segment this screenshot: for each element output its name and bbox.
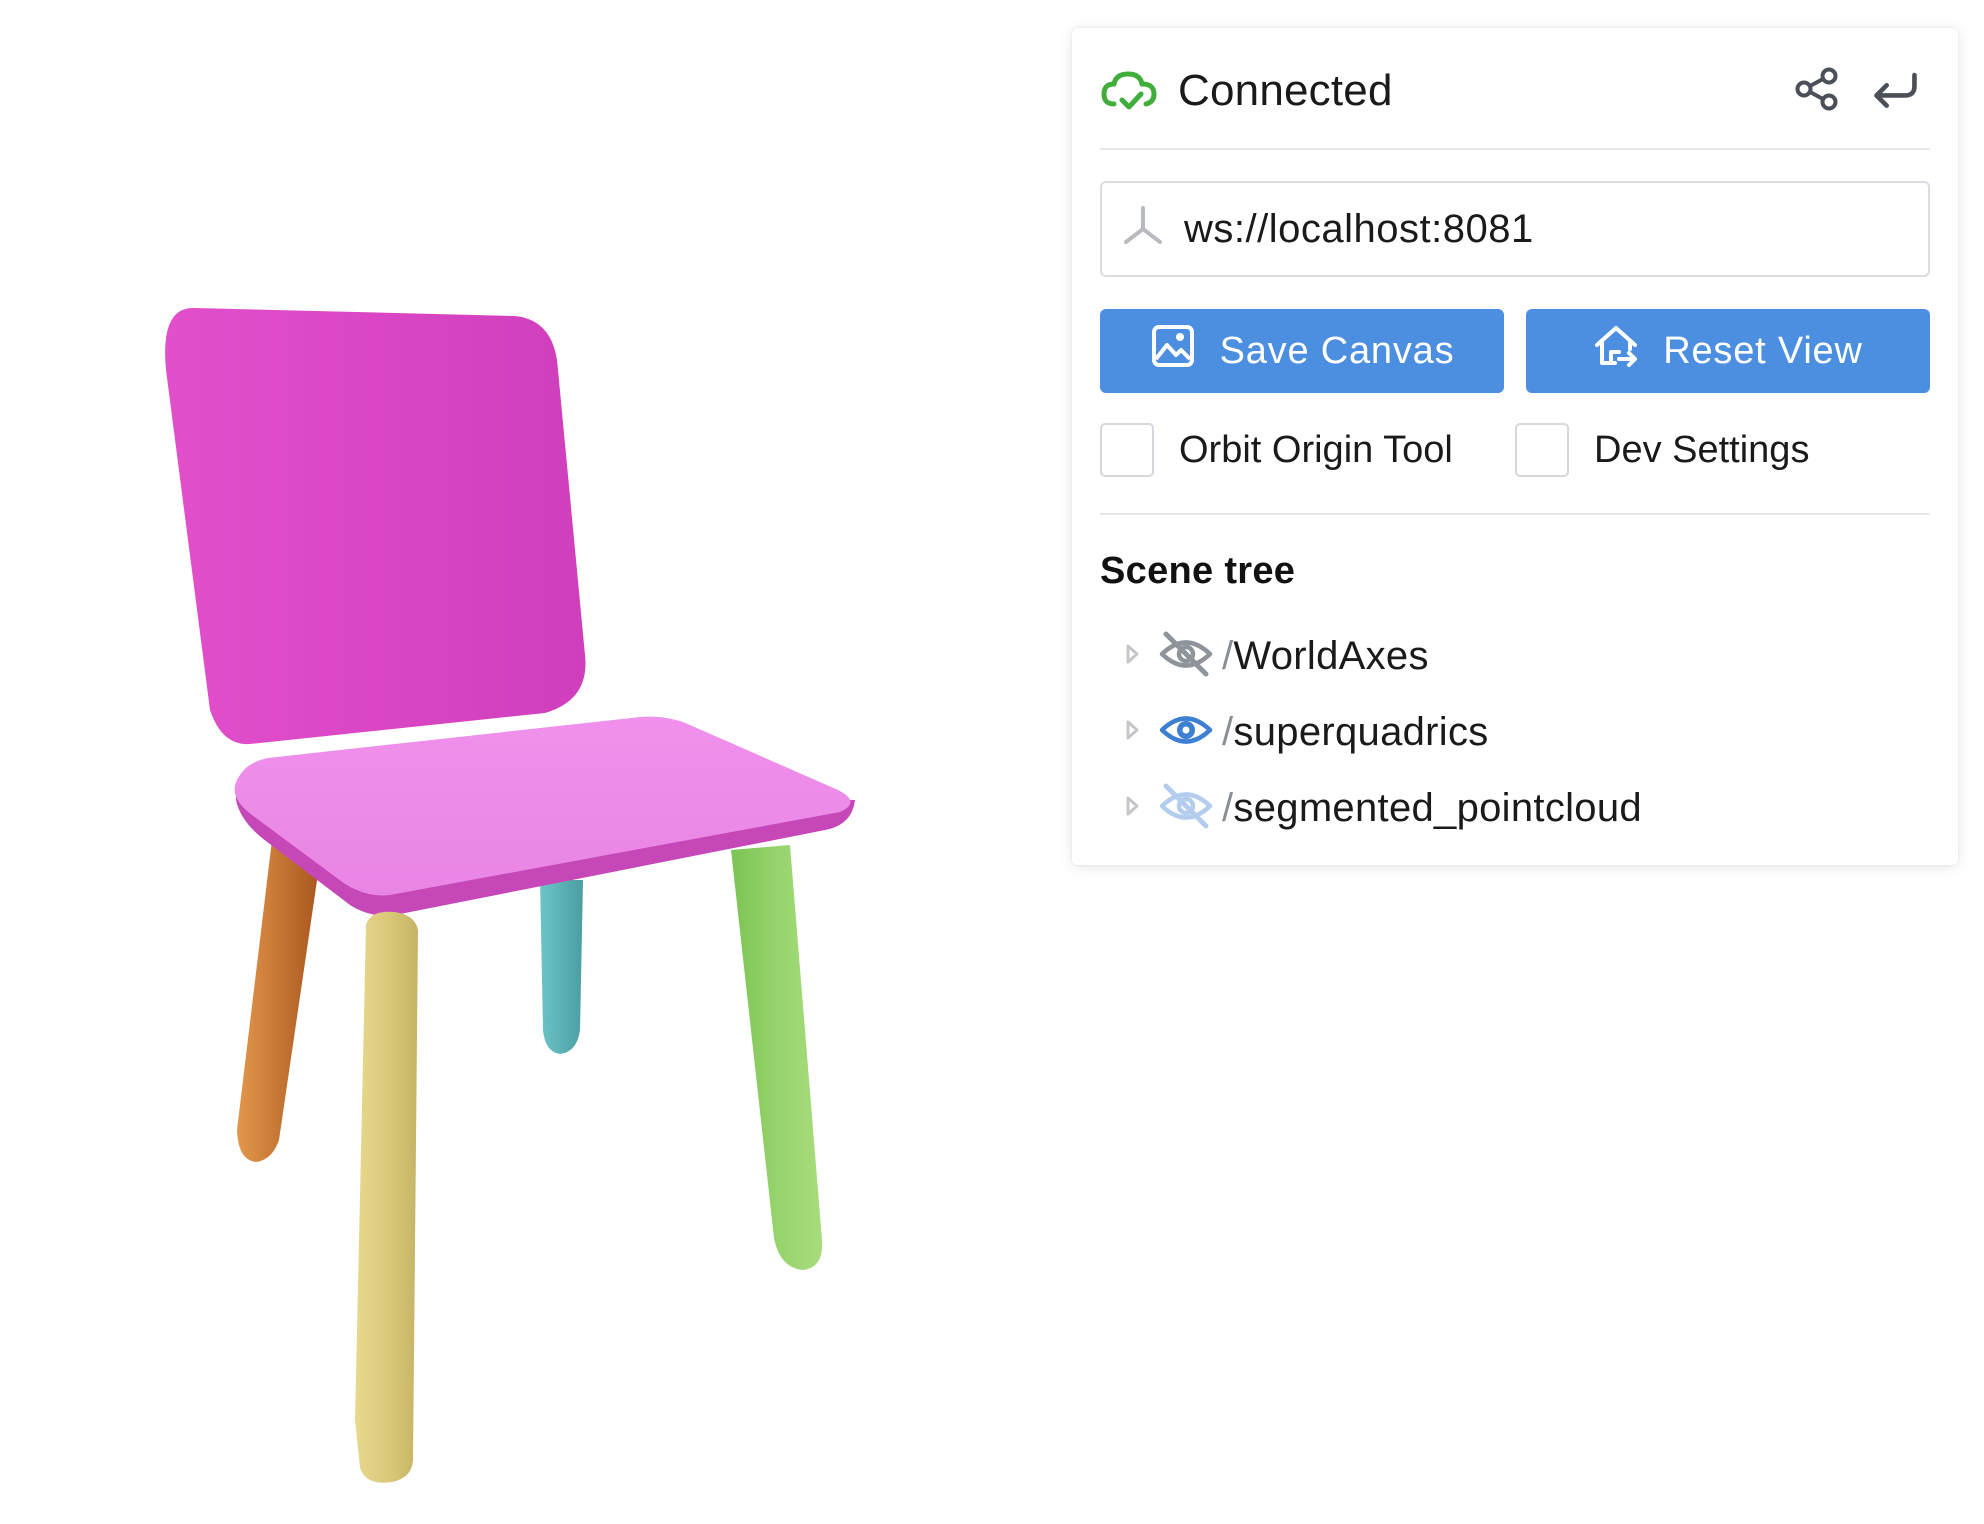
control-panel: Connected ws://localhost:8081 Save Canva… — [1072, 28, 1958, 865]
settings-checkboxes: Orbit Origin Tool Dev Settings — [1100, 420, 1930, 480]
cloud-check-icon — [1100, 58, 1158, 121]
chair-back — [165, 307, 586, 745]
eye-off-icon[interactable] — [1144, 629, 1214, 684]
eye-icon[interactable] — [1144, 705, 1214, 760]
reset-view-button[interactable]: Reset View — [1526, 309, 1930, 393]
chair-leg-front-left — [355, 911, 418, 1483]
chair-leg-back-left — [237, 840, 320, 1162]
tree-node-superquadrics[interactable]: /superquadrics — [1100, 694, 1900, 770]
caret-right-icon[interactable] — [1100, 642, 1144, 671]
save-canvas-button[interactable]: Save Canvas — [1100, 309, 1504, 393]
server-url-field[interactable] — [1100, 181, 1930, 277]
orbit-origin-tool-option[interactable]: Orbit Origin Tool — [1100, 420, 1515, 480]
dev-settings-label: Dev Settings — [1594, 428, 1810, 471]
home-move-icon — [1593, 323, 1663, 379]
chair-leg-back-right — [540, 880, 583, 1054]
share-icon[interactable] — [1792, 64, 1842, 114]
tree-node-label: /WorldAxes — [1222, 633, 1429, 678]
photo-icon — [1150, 323, 1220, 379]
scene-tree: /WorldAxes /superquadrics /segmented_poi… — [1100, 618, 1900, 846]
save-canvas-label: Save Canvas — [1219, 329, 1455, 372]
eye-off-icon[interactable] — [1144, 781, 1214, 836]
panel-header: Connected — [1100, 58, 1930, 150]
tree-node-label: /superquadrics — [1222, 709, 1489, 754]
tree-node-worldaxes[interactable]: /WorldAxes — [1100, 618, 1900, 694]
connection-status: Connected — [1178, 66, 1393, 115]
header-actions — [1792, 64, 1920, 114]
scene-tree-title: Scene tree — [1100, 550, 1296, 592]
tree-node-label: /segmented_pointcloud — [1222, 785, 1642, 830]
server-url-input[interactable] — [1182, 205, 1886, 253]
orbit-origin-tool-checkbox[interactable] — [1100, 423, 1154, 477]
reset-view-label: Reset View — [1663, 329, 1863, 372]
caret-right-icon[interactable] — [1100, 718, 1144, 747]
caret-right-icon[interactable] — [1100, 794, 1144, 823]
orbit-origin-tool-label: Orbit Origin Tool — [1179, 428, 1453, 471]
action-buttons: Save Canvas Reset View — [1100, 309, 1930, 393]
chair-leg-front-right — [731, 845, 823, 1270]
server-icon — [1102, 202, 1168, 257]
chair-render — [165, 307, 855, 1483]
tree-node-segmented-pointcloud[interactable]: /segmented_pointcloud — [1100, 770, 1900, 846]
dev-settings-option[interactable]: Dev Settings — [1515, 420, 1930, 480]
dev-settings-checkbox[interactable] — [1515, 423, 1569, 477]
return-arrow-icon[interactable] — [1870, 64, 1920, 114]
section-divider — [1100, 513, 1930, 515]
